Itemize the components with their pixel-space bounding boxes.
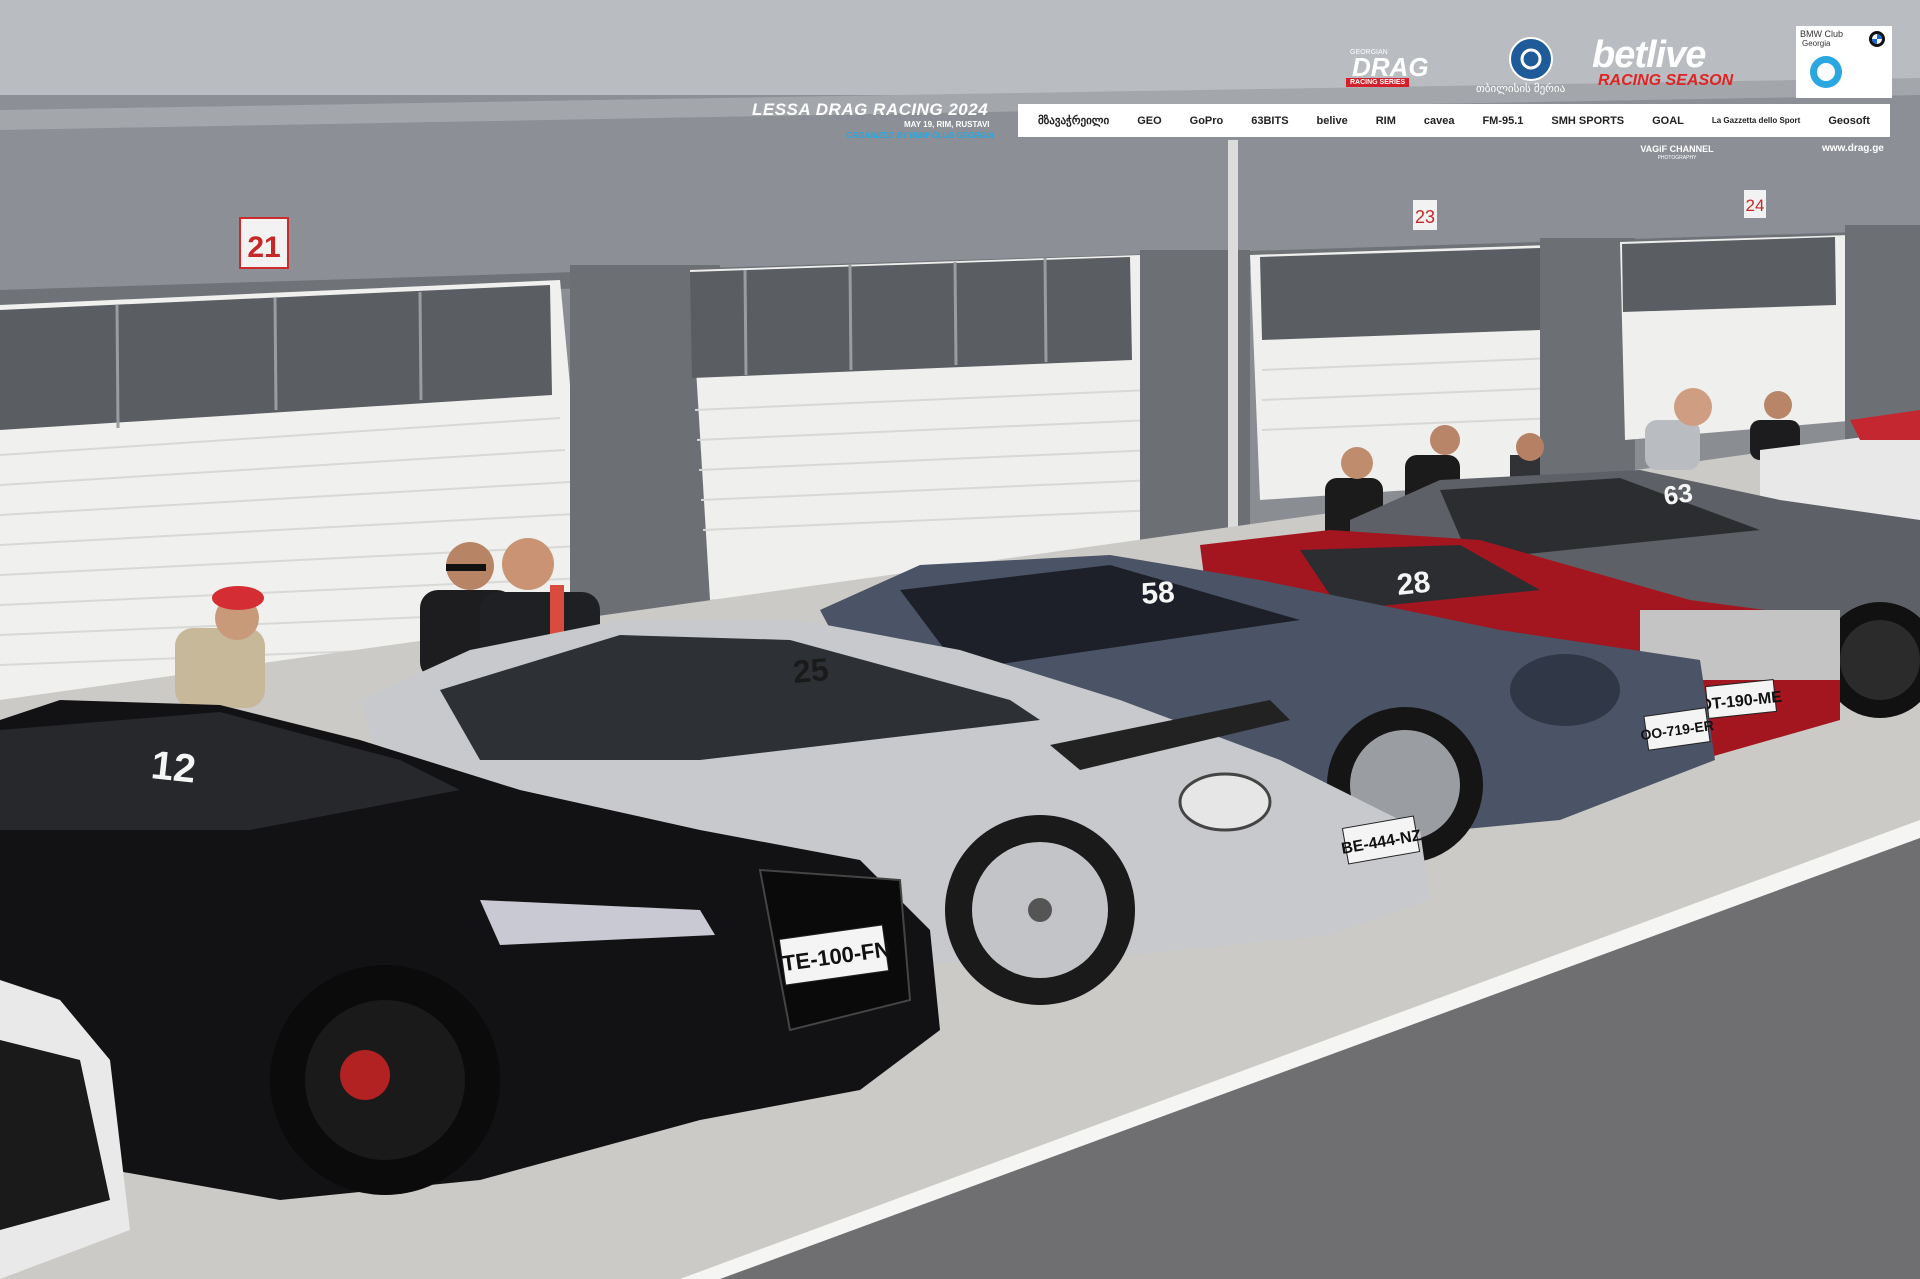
svg-text:21: 21 bbox=[247, 231, 280, 264]
svg-text:24: 24 bbox=[1746, 196, 1765, 215]
garage-number-23: 23 bbox=[1413, 200, 1437, 230]
svg-text:25: 25 bbox=[791, 651, 830, 690]
sponsor-logo: Geosoft bbox=[1828, 114, 1870, 127]
event-organizer: ORGANIZED BY BMW CLUB GEORGIA bbox=[846, 131, 994, 140]
bmw-club-label: BMW Club bbox=[1800, 29, 1844, 39]
svg-text:28: 28 bbox=[1395, 566, 1432, 602]
garage-door-24 bbox=[1620, 235, 1860, 440]
drag-series-subtitle: RACING SERIES bbox=[1346, 78, 1410, 87]
svg-text:12: 12 bbox=[149, 743, 198, 791]
sponsor-logo: GOAL bbox=[1652, 114, 1684, 127]
bmw-club-country: Georgia bbox=[1802, 39, 1831, 48]
sponsor-logo: cavea bbox=[1423, 114, 1455, 127]
garage-number-24: 24 bbox=[1744, 190, 1766, 218]
sponsor-logo: GoPro bbox=[1189, 114, 1224, 127]
sponsor-logo: GEO bbox=[1137, 114, 1162, 127]
tbilisi-city-hall-logo bbox=[1509, 37, 1553, 81]
tbilisi-city-hall-label: თბილისის მერია bbox=[1476, 83, 1566, 95]
photo-scene: 21 23 24 63 28 DT-190-ME 58 OO-719-ER 25… bbox=[0, 0, 1920, 1279]
svg-text:58: 58 bbox=[1140, 576, 1176, 611]
event-title: LESSA DRAG RACING 2024 bbox=[752, 100, 989, 119]
sponsor-logo: belive bbox=[1316, 114, 1348, 127]
sponsor-logo: SMH SPORTS bbox=[1551, 114, 1625, 127]
bmw-club-emblem-icon bbox=[1810, 56, 1842, 88]
betlive-logo: betlive bbox=[1592, 34, 1706, 76]
website-url: www.drag.ge bbox=[1822, 143, 1884, 154]
pillar bbox=[1540, 238, 1635, 488]
svg-text:63: 63 bbox=[1662, 477, 1695, 511]
svg-text:23: 23 bbox=[1415, 207, 1435, 227]
sponsor-logo: La Gazzetta dello Sport bbox=[1711, 116, 1801, 125]
betlive-racing-season: RACING SEASON bbox=[1598, 72, 1734, 89]
sponsor-logo: 63BITS bbox=[1251, 114, 1289, 127]
photographer-credit-sub: PHOTOGRAPHY bbox=[1657, 155, 1697, 161]
photographer-credit: VAGiF CHANNEL bbox=[1640, 144, 1714, 154]
sponsor-logo: მზავაჭრეილი bbox=[1037, 115, 1110, 127]
sponsor-bar: მზავაჭრეილი GEO GoPro 63BITS belive RIM … bbox=[1018, 104, 1890, 137]
sponsor-logo: FM-95.1 bbox=[1482, 114, 1524, 127]
garage-number-21: 21 bbox=[239, 217, 289, 269]
event-date-place: MAY 19, RIM, RUSTAVI bbox=[904, 120, 990, 129]
sponsor-logo: RIM bbox=[1375, 114, 1396, 127]
bmw-roundel-icon bbox=[1869, 31, 1885, 47]
